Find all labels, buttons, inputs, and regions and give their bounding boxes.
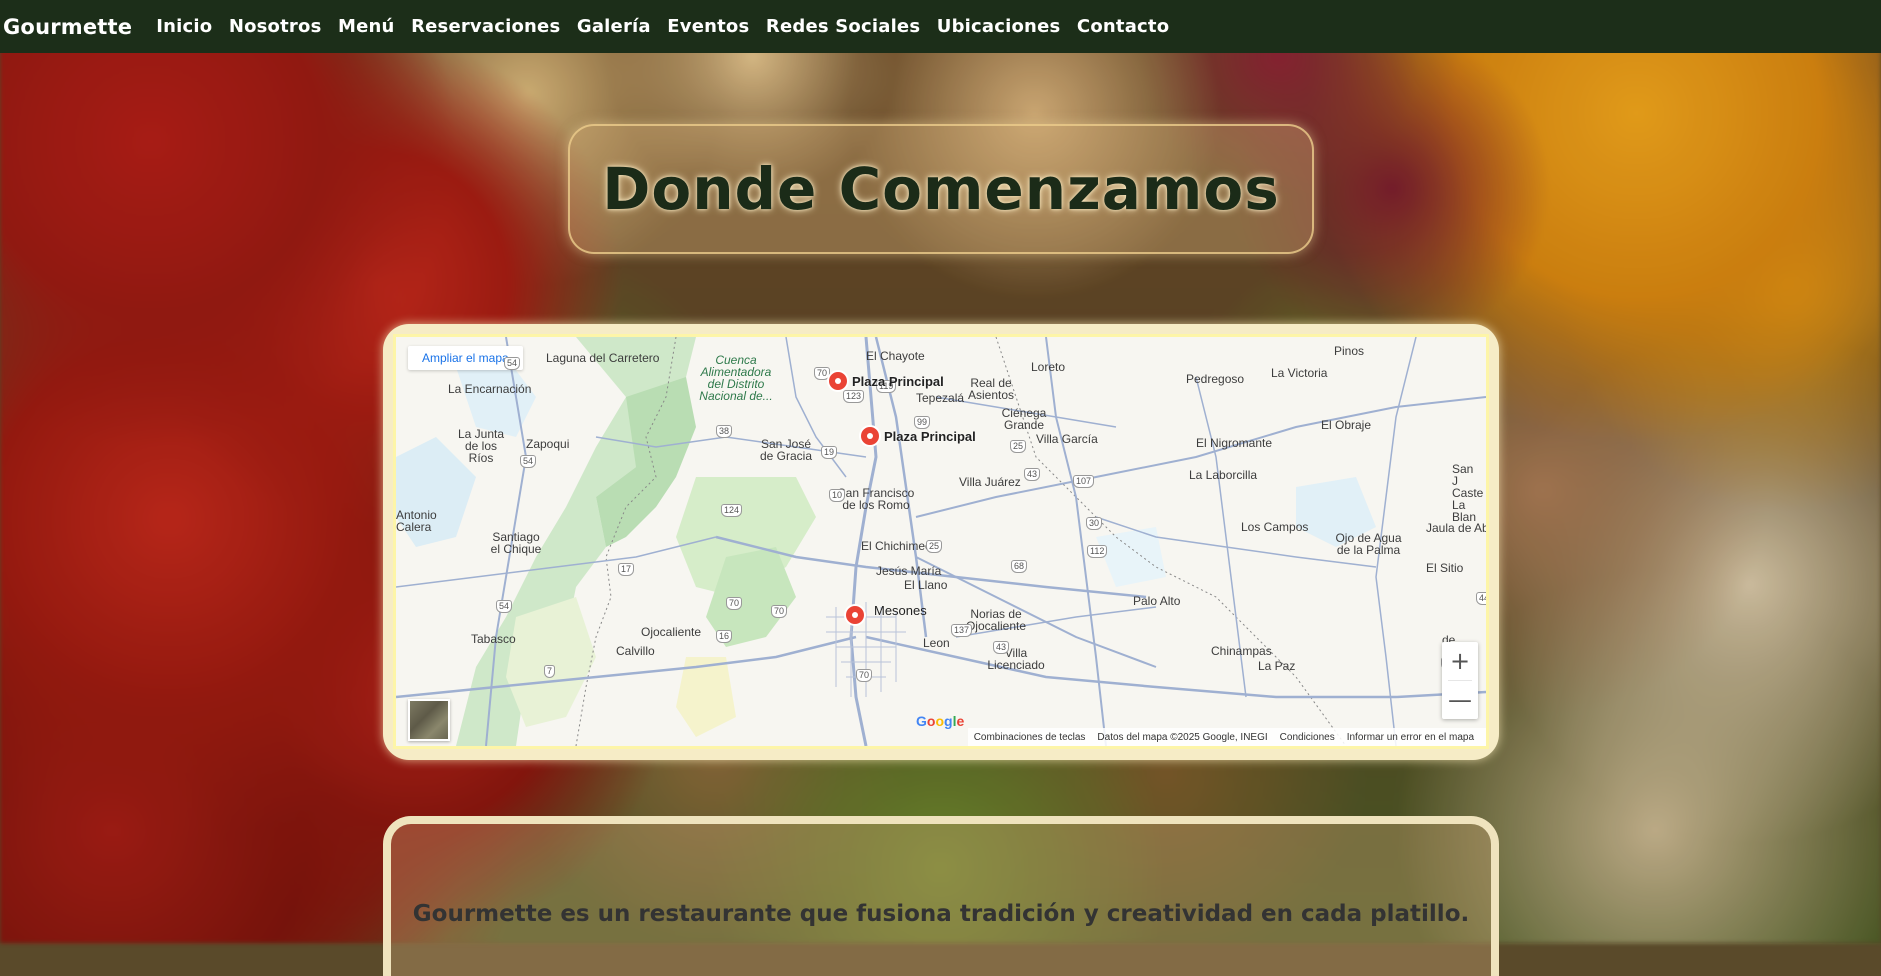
map-place-label: Chinampas: [1211, 644, 1272, 658]
nav-link-contacto[interactable]: Contacto: [1077, 16, 1169, 37]
brand-logo-link[interactable]: Gourmette: [3, 15, 132, 39]
map-place-label: Antonio Calera: [396, 508, 437, 534]
route-shield: 137: [951, 624, 973, 637]
route-shield: 43: [993, 641, 1010, 654]
zoom-out-button[interactable]: —: [1442, 681, 1478, 719]
nav-link-menu[interactable]: Menú: [338, 16, 395, 37]
embedded-map[interactable]: Ampliar el mapa Laguna del Carretero La …: [393, 334, 1489, 749]
restaurant-description: Gourmette es un restaurante que fusiona …: [412, 901, 1470, 927]
hero-title-card: Donde Comenzamos: [568, 124, 1314, 254]
map-place-label: La Encarnación: [448, 382, 532, 396]
map-place-label: La Paz: [1258, 659, 1296, 673]
map-place-label: Pinos: [1334, 344, 1365, 358]
map-place-label: Real de Asientos: [967, 376, 1015, 402]
route-shield: 107: [1073, 475, 1095, 488]
map-place-label: El Llano: [904, 578, 948, 592]
route-shield: 17: [618, 563, 635, 576]
route-shield: 54: [504, 357, 521, 370]
nav-link-ubicaciones[interactable]: Ubicaciones: [937, 16, 1061, 37]
map-place-label: Mesones: [874, 603, 927, 618]
map-pin-label: Plaza Principal: [852, 374, 944, 389]
report-error-link[interactable]: Informar un error en el mapa: [1347, 732, 1474, 743]
route-shield: 124: [721, 504, 743, 517]
map-place-label: Loreto: [1031, 360, 1066, 374]
nav-link-nosotros[interactable]: Nosotros: [229, 16, 322, 37]
nav-link-reservaciones[interactable]: Reservaciones: [411, 16, 560, 37]
map-place-label: Ojo de Agua de la Palma: [1335, 531, 1402, 557]
map-place-label: La Victoria: [1271, 366, 1328, 380]
map-place-label: La Laborcilla: [1189, 468, 1258, 482]
route-shield: 70: [726, 597, 743, 610]
map-place-label: El Nigromante: [1196, 436, 1273, 450]
map-pin-label: Plaza Principal: [884, 429, 976, 444]
map-frame: Ampliar el mapa Laguna del Carretero La …: [383, 324, 1499, 760]
map-place-label: Pedregoso: [1186, 372, 1245, 386]
route-shield: 70: [856, 669, 873, 682]
route-shield: 54: [496, 600, 513, 613]
map-place-label: Leon: [923, 636, 950, 650]
info-card: Gourmette es un restaurante que fusiona …: [383, 816, 1499, 976]
map-place-label: San José de Gracia: [759, 437, 813, 463]
map-place-label: Palo Alto: [1133, 594, 1181, 608]
map-pin-plaza-principal[interactable]: [827, 370, 849, 392]
route-shield: 25: [1010, 440, 1027, 453]
map-pin-location[interactable]: [844, 604, 866, 626]
nav-link-inicio[interactable]: Inicio: [156, 16, 212, 37]
navbar: Gourmette Inicio Nosotros Menú Reservaci…: [0, 0, 1881, 53]
map-place-label: El Chayote: [866, 349, 925, 363]
nav-link-eventos[interactable]: Eventos: [667, 16, 749, 37]
map-place-label: Jaula de Ab: [1426, 521, 1489, 535]
map-place-label: Ojocaliente: [641, 625, 702, 639]
route-shield: 99: [914, 416, 931, 429]
route-shield: 7: [544, 665, 556, 678]
map-place-label: El Sitio: [1426, 561, 1464, 575]
map-place-label: Zapoqui: [526, 437, 570, 451]
map-pin-plaza-principal[interactable]: [859, 425, 881, 447]
route-shield: 30: [1086, 517, 1103, 530]
map-data-credit: Datos del mapa ©2025 Google, INEGI: [1097, 731, 1268, 743]
route-shield: 10: [829, 489, 846, 502]
route-shield: 123: [843, 390, 865, 403]
nav-links: Inicio Nosotros Menú Reservaciones Galer…: [156, 16, 1186, 37]
route-shield: 19: [821, 446, 838, 459]
zoom-in-button[interactable]: +: [1442, 642, 1478, 680]
route-shield: 68: [1011, 560, 1028, 573]
map-place-label: Santiago el Chique: [490, 530, 542, 556]
terms-link[interactable]: Condiciones: [1280, 732, 1335, 743]
route-shield: 44: [1476, 592, 1486, 605]
map-place-label: Los Campos: [1241, 520, 1309, 534]
map-place-label: Calvillo: [616, 644, 655, 658]
route-shield: 43: [1024, 468, 1041, 481]
map-place-label: Villa Licenciado: [987, 646, 1045, 672]
route-shield: 112: [1087, 545, 1108, 558]
route-shield: 70: [771, 605, 788, 618]
map-place-label: La Junta de los Ríos: [457, 427, 505, 465]
route-shield: 16: [716, 630, 733, 643]
map-place-label: El Obraje: [1321, 418, 1372, 432]
route-shield: 38: [716, 425, 733, 438]
map-place-label: Villa García: [1036, 432, 1098, 446]
map-place-label: Laguna del Carretero: [546, 351, 660, 365]
map-zoom-control: + —: [1442, 642, 1478, 719]
route-shield: 54: [520, 455, 537, 468]
map-attribution-bar: Combinaciones de teclas Datos del mapa ©…: [967, 728, 1486, 746]
map-place-label: Tabasco: [471, 632, 516, 646]
nav-link-galeria[interactable]: Galería: [577, 16, 651, 37]
route-shield: 25: [926, 540, 943, 553]
map-place-label: Villa Juárez: [959, 475, 1021, 489]
keyboard-shortcuts-link[interactable]: Combinaciones de teclas: [974, 732, 1086, 743]
map-place-label: Ciénega Grande: [1001, 406, 1047, 432]
map-place-label: Jesús María: [876, 564, 942, 578]
map-place-label: Tepezalá: [916, 391, 965, 405]
map-place-label: Cuenca Alimentadora del Distrito Naciona…: [699, 353, 773, 403]
map-satellite-toggle[interactable]: [408, 699, 450, 741]
page-title: Donde Comenzamos: [602, 155, 1280, 223]
map-place-label: San J Caste La Blan: [1452, 462, 1484, 524]
google-logo: Google: [916, 713, 965, 729]
nav-link-redes-sociales[interactable]: Redes Sociales: [766, 16, 920, 37]
